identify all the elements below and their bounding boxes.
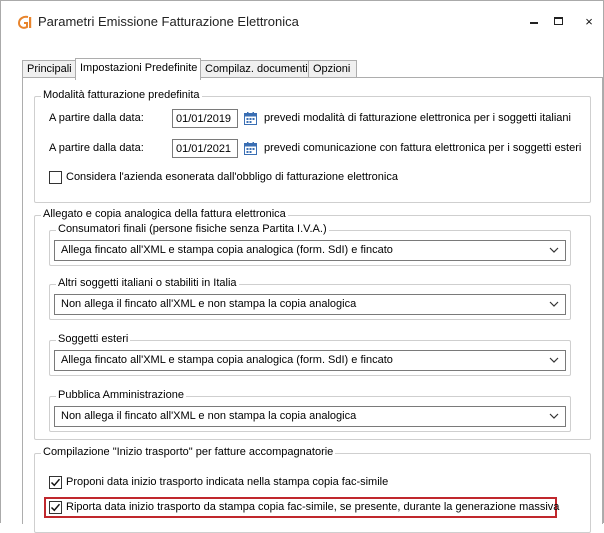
subgroup-consumatori: Consumatori finali (persone fisiche senz… xyxy=(49,223,571,266)
description-italiani: prevedi modalità di fatturazione elettro… xyxy=(264,112,571,124)
proponi-data-label: Proponi data inizio trasporto indicata n… xyxy=(66,476,389,488)
subgroup-legend: Consumatori finali (persone fisiche senz… xyxy=(56,223,329,235)
esonerata-label: Considera l'azienda esonerata dall'obbli… xyxy=(66,171,398,183)
tab-panel-impostazioni: Modalità fatturazione predefinita A part… xyxy=(22,77,603,533)
close-icon: × xyxy=(585,13,593,29)
consumatori-select-value: Allega fincato all'XML e stampa copia an… xyxy=(61,244,393,256)
subgroup-legend: Altri soggetti italiani o stabiliti in I… xyxy=(56,277,239,289)
description-esteri: prevedi comunicazione con fattura elettr… xyxy=(264,142,582,154)
subgroup-altri-soggetti: Altri soggetti italiani o stabiliti in I… xyxy=(49,277,571,320)
riporta-data-checkbox[interactable] xyxy=(49,501,62,514)
group-legend: Compilazione "Inizio trasporto" per fatt… xyxy=(41,446,336,458)
proponi-data-checkbox[interactable] xyxy=(49,476,62,489)
maximize-button[interactable] xyxy=(544,11,572,31)
app-window: Parametri Emissione Fatturazione Elettro… xyxy=(0,0,604,533)
tab-impostazioni-predefinite[interactable]: Impostazioni Predefinite xyxy=(75,58,201,80)
chevron-down-icon xyxy=(549,301,559,307)
esonerata-checkbox[interactable] xyxy=(49,171,62,184)
maximize-icon xyxy=(553,17,563,25)
soggetti-esteri-select-value: Allega fincato all'XML e stampa copia an… xyxy=(61,354,393,366)
date-input-italiani[interactable] xyxy=(172,109,238,128)
pubblica-amministrazione-select-value: Non allega il fincato all'XML e non stam… xyxy=(61,410,357,422)
checkmark-icon xyxy=(50,478,61,487)
consumatori-select[interactable]: Allega fincato all'XML e stampa copia an… xyxy=(54,240,566,261)
tab-strip: Principali Impostazioni Predefinite Comp… xyxy=(22,58,603,80)
app-logo-icon xyxy=(17,15,32,29)
altri-soggetti-select[interactable]: Non allega il fincato all'XML e non stam… xyxy=(54,294,566,315)
group-modalita-fatturazione: Modalità fatturazione predefinita A part… xyxy=(34,89,591,203)
soggetti-esteri-select[interactable]: Allega fincato all'XML e stampa copia an… xyxy=(54,350,566,371)
pubblica-amministrazione-select[interactable]: Non allega il fincato all'XML e non stam… xyxy=(54,406,566,427)
date-input-esteri[interactable] xyxy=(172,139,238,158)
date-label-italiani: A partire dalla data: xyxy=(49,112,144,124)
group-allegato-copia: Allegato e copia analogica della fattura… xyxy=(34,208,591,440)
chevron-down-icon xyxy=(549,357,559,363)
subgroup-pubblica-amministrazione: Pubblica Amministrazione Non allega il f… xyxy=(49,389,571,432)
group-legend: Modalità fatturazione predefinita xyxy=(41,89,202,101)
subgroup-legend: Soggetti esteri xyxy=(56,333,131,345)
group-inizio-trasporto: Compilazione "Inizio trasporto" per fatt… xyxy=(34,446,591,533)
group-legend: Allegato e copia analogica della fattura… xyxy=(41,208,288,220)
chevron-down-icon xyxy=(549,413,559,419)
calendar-icon[interactable] xyxy=(244,142,257,155)
checkmark-icon xyxy=(50,503,61,512)
date-label-esteri: A partire dalla data: xyxy=(49,142,144,154)
chevron-down-icon xyxy=(549,247,559,253)
subgroup-legend: Pubblica Amministrazione xyxy=(56,389,186,401)
close-button[interactable]: × xyxy=(575,11,603,31)
window-title: Parametri Emissione Fatturazione Elettro… xyxy=(38,14,299,29)
title-bar[interactable]: Parametri Emissione Fatturazione Elettro… xyxy=(1,1,603,41)
riporta-data-label: Riporta data inizio trasporto da stampa … xyxy=(66,501,560,513)
minimize-icon xyxy=(530,22,538,24)
subgroup-soggetti-esteri: Soggetti esteri Allega fincato all'XML e… xyxy=(49,333,571,376)
calendar-icon[interactable] xyxy=(244,112,257,125)
altri-soggetti-select-value: Non allega il fincato all'XML e non stam… xyxy=(61,298,357,310)
